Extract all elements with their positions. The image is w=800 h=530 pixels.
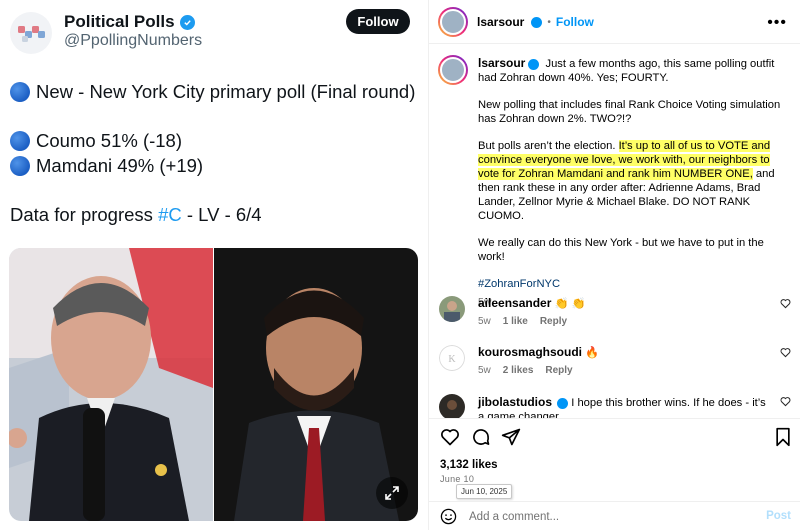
commenter-username[interactable]: kourosmaghsoudi [478, 345, 582, 359]
blue-circle-icon [10, 156, 30, 176]
bookmark-icon[interactable] [774, 427, 792, 447]
commenter-avatar[interactable] [439, 296, 465, 322]
heart-icon[interactable] [440, 427, 460, 447]
post-comment-button[interactable]: Post [766, 510, 791, 522]
tweet-screenshot: Political Polls @PpollingNumbers Follow … [0, 0, 428, 530]
svg-text:K: K [448, 354, 456, 365]
caption-author-avatar[interactable] [438, 55, 468, 85]
tweet-photo [9, 248, 418, 521]
commenter-username[interactable]: jibolastudios [478, 395, 552, 409]
caption-paragraph-2: New polling that includes final Rank Cho… [478, 99, 781, 125]
verified-badge-icon [179, 14, 195, 30]
comment-icon[interactable] [471, 427, 491, 447]
more-options-icon[interactable]: ••• [767, 14, 787, 32]
tweet-follow-button: Follow [346, 9, 410, 34]
blue-circle-icon [10, 131, 30, 151]
emoji-icon[interactable] [440, 508, 457, 525]
comment-item: jibolastudios I hope this brother wins. … [439, 394, 791, 418]
tweet-handle: @PpollingNumbers [64, 32, 203, 49]
caption-paragraph-4: We really can do this New York - but we … [478, 237, 764, 263]
commenter-avatar[interactable]: K [439, 345, 465, 371]
verified-badge-icon [531, 16, 543, 28]
comment-reply-button[interactable]: Reply [545, 365, 572, 376]
tweet-display-name: Political Polls [64, 12, 175, 31]
tweet-source-hashtag: #C [158, 204, 182, 225]
post-header: lsarsour • Follow ••• [429, 0, 800, 44]
tweet-source-prefix: Data for progress [10, 204, 159, 225]
verified-badge-icon [528, 58, 540, 70]
tweet-result-mamdani: Mamdani 49% (+19) [36, 155, 204, 176]
caption-paragraph-3-start: But polls aren’t the election. [478, 140, 619, 152]
like-count[interactable]: 3,132 likes [440, 459, 498, 471]
tweet-headline-line: New - New York City primary poll (Final … [10, 81, 415, 103]
comment-item: K kourosmaghsoudi 🔥 5w 2 likes Reply [439, 345, 791, 385]
post-caption: lsarsour Just a few months ago, this sam… [478, 56, 792, 309]
comment-like-heart-icon[interactable] [780, 298, 791, 309]
instagram-post-panel: lsarsour • Follow ••• lsarsour Just a fe… [428, 0, 800, 530]
follow-button[interactable]: Follow [556, 15, 594, 29]
author-username[interactable]: lsarsour [477, 15, 524, 29]
header-separator: • [547, 16, 551, 28]
comment-input[interactable] [469, 508, 749, 526]
date-tooltip: Jun 10, 2025 [456, 484, 513, 499]
verified-badge-icon [557, 397, 569, 409]
comment-item: aileensander 👏 👏 5w 1 like Reply [439, 296, 791, 336]
tweet-result-line: Coumo 51% (-18) [10, 130, 182, 152]
post-actions: 3,132 likes June 10 Jun 10, 2025 Post [429, 418, 800, 530]
comment-time: 5w [478, 316, 491, 327]
comment-text: 👏 👏 [554, 298, 586, 310]
comment-text: 🔥 [585, 347, 600, 359]
tweet-result-cuomo: Coumo 51% (-18) [36, 130, 183, 151]
share-icon[interactable] [501, 427, 521, 447]
comment-time: 5w [478, 365, 491, 376]
comment-reply-button[interactable]: Reply [540, 316, 567, 327]
add-comment-bar: Post [429, 501, 800, 530]
tweet-headline: New - New York City primary poll (Final … [36, 81, 416, 102]
caption-hashtag[interactable]: #ZohranForNYC [478, 278, 560, 290]
comment-likes[interactable]: 1 like [503, 316, 528, 327]
author-avatar[interactable] [438, 7, 468, 37]
caption-username[interactable]: lsarsour [478, 56, 525, 70]
comment-like-heart-icon[interactable] [780, 347, 791, 358]
post-date[interactable]: June 10 [440, 474, 474, 484]
comment-likes[interactable]: 2 likes [503, 365, 534, 376]
political-polls-logo [10, 12, 52, 54]
blue-circle-icon [10, 82, 30, 102]
expand-icon[interactable] [376, 477, 408, 509]
tweet-source-line: Data for progress #C - LV - 6/4 [10, 204, 262, 226]
commenter-username[interactable]: aileensander [478, 296, 551, 310]
commenter-avatar[interactable] [439, 394, 465, 418]
comment-like-heart-icon[interactable] [780, 396, 791, 407]
tweet-result-line: Mamdani 49% (+19) [10, 155, 203, 177]
tweet-source-suffix: - LV - 6/4 [181, 204, 262, 225]
